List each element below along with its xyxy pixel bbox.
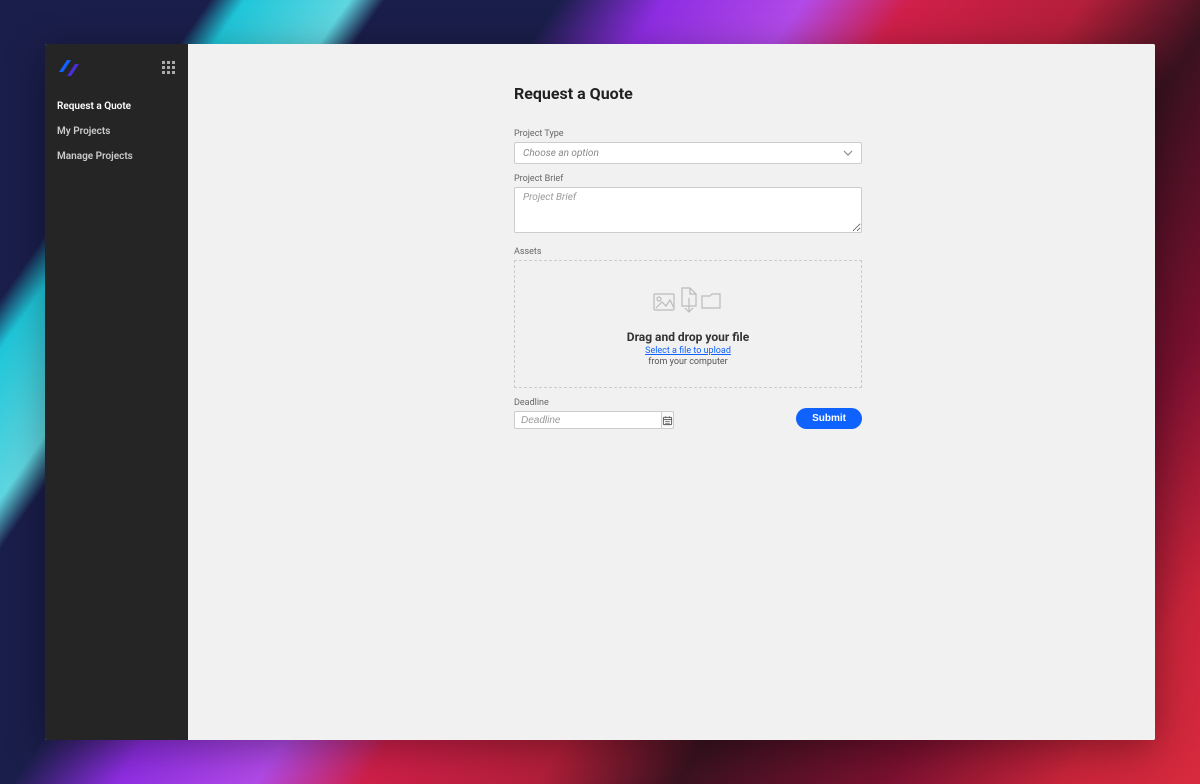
assets-dropzone[interactable]: Drag and drop your file Select a file to…	[514, 260, 862, 388]
label-deadline: Deadline	[514, 398, 624, 408]
dropzone-select-link[interactable]: Select a file to upload	[645, 346, 731, 356]
sidebar-item-request-quote[interactable]: Request a Quote	[45, 94, 188, 119]
calendar-button[interactable]	[661, 411, 674, 429]
dropzone-title: Drag and drop your file	[627, 330, 749, 344]
sidebar: Request a Quote My Projects Manage Proje…	[45, 44, 188, 740]
quote-form: Request a Quote Project Type Choose an o…	[514, 84, 862, 429]
field-deadline: Deadline	[514, 398, 624, 429]
sidebar-nav: Request a Quote My Projects Manage Proje…	[45, 94, 188, 169]
dropzone-subtext: from your computer	[648, 357, 727, 367]
app-logo-icon	[57, 58, 81, 78]
form-bottom-row: Deadline	[514, 398, 862, 429]
field-project-brief: Project Brief	[514, 174, 862, 237]
apps-grid-icon[interactable]	[162, 61, 176, 75]
sidebar-item-manage-projects[interactable]: Manage Projects	[45, 144, 188, 169]
label-assets: Assets	[514, 247, 862, 257]
app-window: Request a Quote My Projects Manage Proje…	[45, 44, 1155, 740]
deadline-input[interactable]	[514, 411, 661, 429]
project-brief-textarea[interactable]	[514, 187, 862, 233]
sidebar-item-my-projects[interactable]: My Projects	[45, 119, 188, 144]
page-title: Request a Quote	[514, 84, 862, 103]
label-project-type: Project Type	[514, 129, 862, 139]
upload-illustration-icon	[652, 282, 724, 318]
chevron-down-icon	[843, 148, 853, 159]
project-type-select[interactable]: Choose an option	[514, 142, 862, 164]
submit-button[interactable]: Submit	[796, 408, 862, 429]
label-project-brief: Project Brief	[514, 174, 862, 184]
field-project-type: Project Type Choose an option	[514, 129, 862, 164]
project-type-placeholder: Choose an option	[523, 148, 599, 159]
main-content: Request a Quote Project Type Choose an o…	[188, 44, 1155, 740]
calendar-icon	[662, 415, 673, 426]
sidebar-header	[45, 44, 188, 94]
field-assets: Assets Drag and drop your fi	[514, 247, 862, 388]
